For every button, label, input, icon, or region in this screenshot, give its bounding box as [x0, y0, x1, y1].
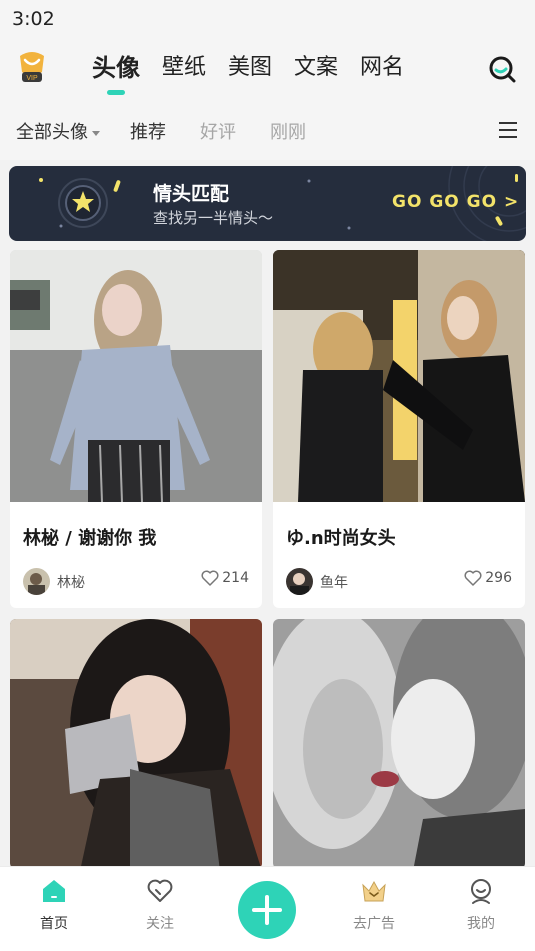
nav-home[interactable]: 首页 [24, 877, 84, 933]
card-photo [10, 619, 262, 869]
home-icon [43, 880, 65, 902]
sub-tabs: 全部头像 推荐 好评 刚刚 [16, 118, 340, 144]
tab-copywriting[interactable]: 文案 [294, 50, 338, 86]
tab-avatar[interactable]: 头像 [92, 50, 140, 95]
feed-card[interactable]: 林柲 / 谢谢你 我 林柲 214 [10, 250, 262, 608]
card-title: 林柲 / 谢谢你 我 [23, 528, 157, 549]
nav-home-label: 首页 [40, 916, 68, 932]
svg-text:VIP: VIP [26, 75, 38, 82]
banner-subtitle: 查找另一半情头～ [153, 209, 274, 227]
feed-card[interactable] [10, 619, 262, 869]
status-time: 3:02 [12, 8, 55, 30]
avatar[interactable] [286, 568, 313, 595]
menu-icon-bar [499, 129, 517, 131]
menu-button[interactable] [499, 122, 517, 138]
vip-badge[interactable]: VIP [16, 50, 48, 84]
heart-icon [147, 879, 173, 902]
search-button[interactable] [487, 54, 517, 84]
card-photo [10, 250, 262, 502]
couple-match-banner[interactable]: 情头匹配 查找另一半情头～ GO GO GO > [9, 166, 526, 241]
feed-card[interactable]: ゆ.n时尚女头 鱼年 296 [273, 250, 525, 608]
main-tabs: 头像 壁纸 美图 文案 网名 [92, 50, 426, 95]
nav-remove-ads-label: 去广告 [353, 916, 395, 932]
top-nav: VIP 头像 壁纸 美图 文案 网名 [0, 38, 535, 102]
menu-icon-bar [499, 136, 517, 138]
sub-nav: 全部头像 推荐 好评 刚刚 [0, 102, 535, 160]
plus-icon [252, 895, 282, 925]
banner-cta[interactable]: GO GO GO > [392, 192, 519, 212]
card-photo [273, 619, 525, 869]
feed-card[interactable] [273, 619, 525, 869]
caret-down-icon [92, 130, 100, 136]
nav-follow[interactable]: 关注 [130, 877, 190, 933]
card-title: ゆ.n时尚女头 [286, 528, 396, 549]
heart-icon [464, 570, 482, 586]
nav-profile[interactable]: 我的 [451, 877, 511, 933]
card-photo [273, 250, 525, 502]
nav-follow-label: 关注 [146, 916, 174, 932]
add-button[interactable] [238, 881, 296, 939]
avatar-image [23, 568, 50, 595]
filter-label: 全部头像 [16, 122, 88, 143]
heart-icon [201, 570, 219, 586]
tab-nickname[interactable]: 网名 [360, 50, 404, 86]
vip-crown-icon: VIP [20, 52, 44, 82]
like-count: 296 [485, 570, 512, 586]
avatar-image [286, 568, 313, 595]
avatar[interactable] [23, 568, 50, 595]
card-author[interactable]: 鱼年 [320, 572, 348, 592]
like-button[interactable]: 296 [464, 570, 512, 586]
tab-pictures[interactable]: 美图 [228, 50, 272, 86]
card-author[interactable]: 林柲 [57, 572, 85, 592]
filter-dropdown[interactable]: 全部头像 [16, 118, 100, 144]
status-bar: 3:02 [0, 0, 535, 38]
tab-latest[interactable]: 刚刚 [270, 118, 306, 144]
bottom-nav: 首页 关注 去广告 我的 [0, 866, 535, 951]
nav-remove-ads[interactable]: 去广告 [344, 877, 404, 933]
like-button[interactable]: 214 [201, 570, 249, 586]
tab-top-rated[interactable]: 好评 [200, 118, 236, 144]
nav-profile-label: 我的 [467, 916, 495, 932]
tab-wallpaper[interactable]: 壁纸 [162, 50, 206, 86]
tab-recommended[interactable]: 推荐 [130, 118, 166, 144]
menu-icon-bar [499, 122, 517, 124]
like-count: 214 [222, 570, 249, 586]
profile-icon [471, 879, 491, 904]
banner-title: 情头匹配 [153, 183, 230, 205]
search-icon [489, 56, 516, 83]
crown-icon [362, 880, 386, 902]
